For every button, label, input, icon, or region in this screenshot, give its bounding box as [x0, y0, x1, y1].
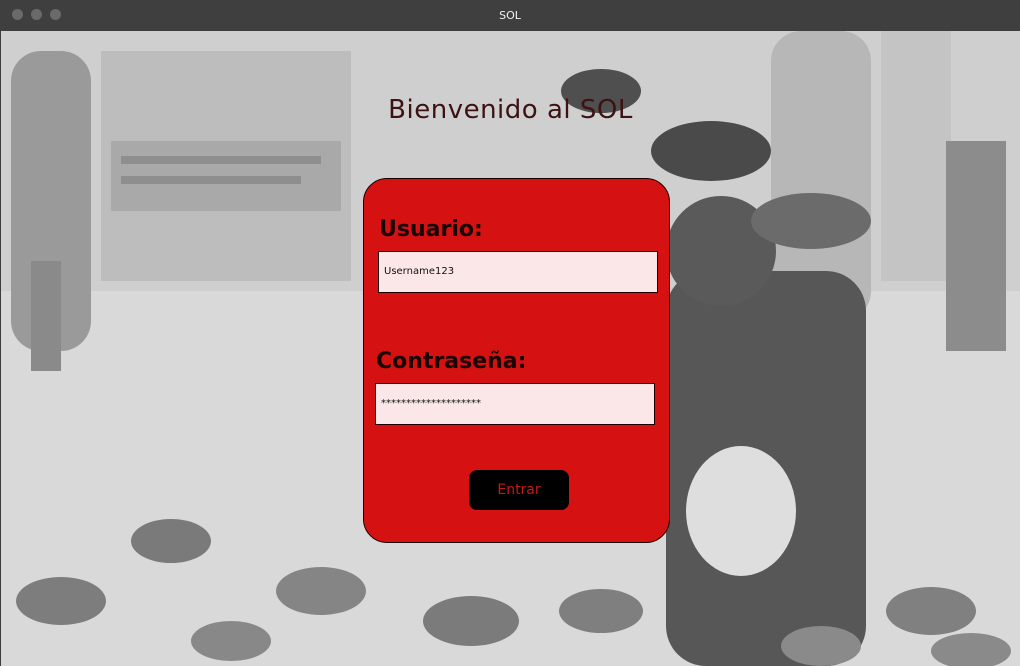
- window-title: SOL: [499, 9, 521, 22]
- login-button[interactable]: Entrar: [469, 470, 569, 510]
- page-title: Bienvenido al SOL: [388, 95, 633, 125]
- login-form: Usuario: Username123 Contraseña: *******…: [363, 178, 670, 543]
- password-field[interactable]: ********************: [375, 383, 655, 425]
- password-label: Contraseña:: [376, 349, 527, 374]
- login-screen: Bienvenido al SOL Usuario: Username123 C…: [1, 31, 1020, 666]
- title-bar: SOL: [0, 0, 1020, 31]
- app-window: SOL Bienvenido al SOL Usuario: Username1…: [0, 0, 1020, 666]
- username-label: Usuario:: [379, 217, 483, 242]
- username-field[interactable]: Username123: [378, 251, 658, 293]
